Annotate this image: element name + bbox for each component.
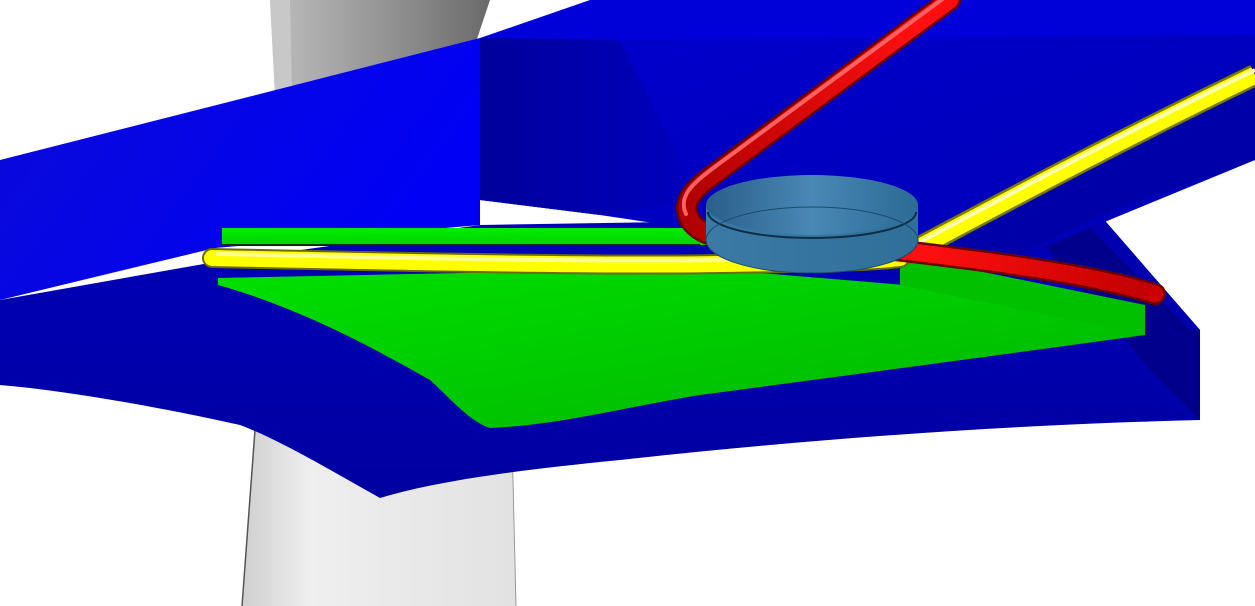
center-disc[interactable]	[705, 175, 919, 274]
3d-viewport[interactable]	[0, 0, 1255, 606]
scene-canvas	[0, 0, 1255, 606]
red-pipe-end-cap	[1147, 286, 1163, 302]
